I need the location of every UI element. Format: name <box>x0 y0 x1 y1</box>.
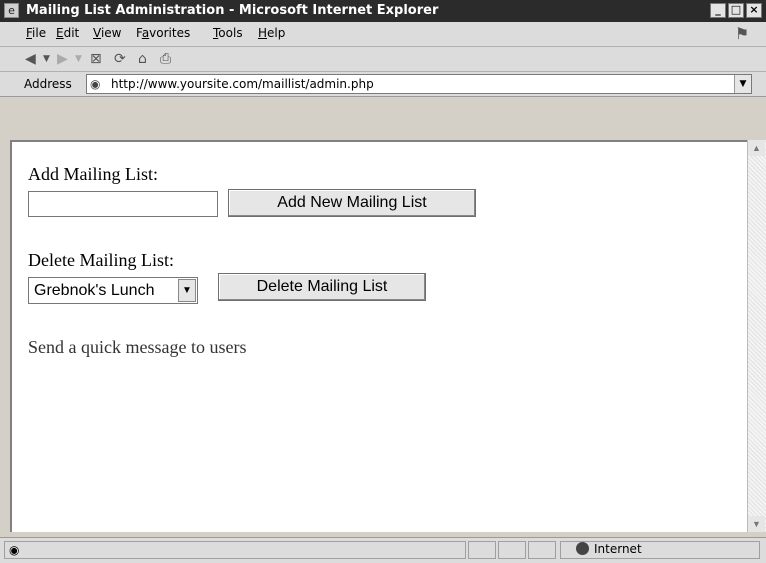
delete-list-label: Delete Mailing List: <box>28 250 174 270</box>
select-arrow-icon[interactable]: ▼ <box>178 279 196 302</box>
address-dropdown-icon[interactable]: ▼ <box>734 75 751 93</box>
add-list-button[interactable]: Add New Mailing List <box>228 189 476 217</box>
window-title: Mailing List Administration - Microsoft … <box>26 3 439 18</box>
home-icon[interactable]: ⌂ <box>138 50 147 68</box>
menu-tools[interactable]: Tools <box>213 26 243 40</box>
status-bar: ◉ Internet <box>0 537 766 563</box>
page-status-icon: ◉ <box>9 543 20 557</box>
status-text-cell: ◉ <box>4 541 466 559</box>
minimize-button[interactable]: _ <box>710 3 726 18</box>
quick-message-link[interactable]: Send a quick message to users <box>28 337 246 358</box>
delete-list-button[interactable]: Delete Mailing List <box>218 273 426 301</box>
security-zone: Internet <box>576 542 642 556</box>
forward-icon[interactable]: ▶ <box>57 50 68 68</box>
menu-edit[interactable]: Edit <box>56 26 79 40</box>
forward-dropdown-icon[interactable]: ▼ <box>75 50 82 68</box>
windows-logo-icon: ⚑ <box>734 24 750 43</box>
address-input[interactable]: ◉ http://www.yoursite.com/maillist/admin… <box>86 74 752 94</box>
toolbar: ◀ ▼ ▶ ▼ ⊠ ⟳ ⌂ ⎙ <box>0 47 766 72</box>
maximize-button[interactable]: □ <box>728 3 744 18</box>
address-url: http://www.yoursite.com/maillist/admin.p… <box>111 77 374 91</box>
scroll-up-icon[interactable]: ▲ <box>748 140 765 156</box>
delete-list-select[interactable]: Grebnok's Lunch ▼ <box>28 277 198 304</box>
menu-help[interactable]: Help <box>258 26 285 40</box>
status-cell <box>528 541 556 559</box>
globe-icon <box>576 542 589 555</box>
stop-icon[interactable]: ⊠ <box>90 50 102 68</box>
delete-list-selected: Grebnok's Lunch <box>34 282 155 299</box>
menu-file[interactable]: File <box>26 26 46 40</box>
page-content: Add Mailing List: Add New Mailing List D… <box>10 140 766 532</box>
add-list-input[interactable] <box>28 191 218 217</box>
vertical-scrollbar[interactable]: ▲ ▼ <box>747 140 766 532</box>
back-dropdown-icon[interactable]: ▼ <box>43 50 50 68</box>
refresh-icon[interactable]: ⟳ <box>114 50 126 68</box>
add-list-label: Add Mailing List: <box>28 164 158 184</box>
page-icon: ◉ <box>90 77 101 91</box>
ie-icon: e <box>4 3 19 18</box>
menu-view[interactable]: View <box>93 26 121 40</box>
title-bar: e Mailing List Administration - Microsof… <box>0 0 766 22</box>
scroll-down-icon[interactable]: ▼ <box>748 516 765 532</box>
address-label: Address <box>24 77 72 91</box>
close-button[interactable]: × <box>746 3 762 18</box>
browser-window: e Mailing List Administration - Microsof… <box>0 0 766 563</box>
address-bar: Address ◉ http://www.yoursite.com/mailli… <box>0 72 766 97</box>
back-icon[interactable]: ◀ <box>25 50 36 68</box>
status-cell <box>468 541 496 559</box>
menu-favorites[interactable]: Favorites <box>136 26 190 40</box>
print-icon[interactable]: ⎙ <box>160 50 171 68</box>
status-cell <box>498 541 526 559</box>
menu-bar: File Edit View Favorites Tools Help ⚑ <box>0 22 766 47</box>
